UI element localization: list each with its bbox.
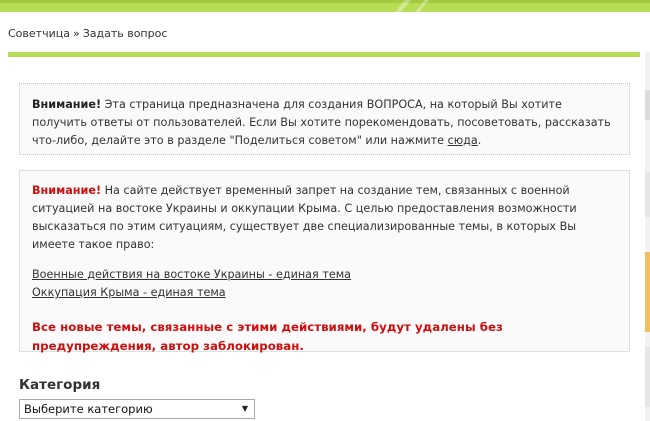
warning-notice: Внимание! На сайте действует временный з… bbox=[19, 170, 630, 353]
header-decoration-icon bbox=[395, 0, 429, 12]
chevron-down-icon: ▼ bbox=[241, 404, 248, 413]
info-notice-end: . bbox=[477, 134, 482, 147]
info-notice: Внимание! Эта страница предназначена для… bbox=[19, 83, 630, 155]
warning-notice-text: На сайте действует временный запрет на с… bbox=[32, 184, 577, 251]
topic-link-east-ukraine[interactable]: Военные действия на востоке Украины - ед… bbox=[32, 266, 617, 284]
category-label: Категория bbox=[19, 377, 101, 393]
info-notice-text: Эта страница предназначена для создания … bbox=[32, 98, 611, 147]
right-sidebar-block bbox=[645, 252, 650, 332]
top-header-bar bbox=[0, 0, 650, 12]
warning-notice-body: Внимание! На сайте действует временный з… bbox=[32, 182, 617, 254]
deletion-warning: Все новые темы, связанные с этими действ… bbox=[32, 320, 503, 353]
top-header-edge bbox=[0, 0, 650, 3]
share-advice-link[interactable]: сюда bbox=[448, 134, 478, 147]
right-sidebar-block bbox=[645, 172, 650, 217]
breadcrumb-separator: » bbox=[72, 27, 80, 40]
right-sidebar-block bbox=[645, 347, 650, 407]
breadcrumb: Советчица» Задать вопрос bbox=[8, 27, 167, 40]
special-topics-links: Военные действия на востоке Украины - ед… bbox=[32, 266, 617, 302]
main-content: Внимание! Эта страница предназначена для… bbox=[8, 52, 640, 421]
category-select[interactable]: Выберите категорию ▼ bbox=[19, 399, 255, 419]
right-sidebar-edge bbox=[645, 52, 650, 421]
breadcrumb-home-link[interactable]: Советчица bbox=[8, 27, 70, 40]
warning-notice-label: Внимание! bbox=[32, 184, 102, 197]
topic-link-crimea[interactable]: Оккупация Крыма - единая тема bbox=[32, 284, 617, 302]
info-notice-label: Внимание! bbox=[32, 98, 102, 111]
breadcrumb-current: Задать вопрос bbox=[82, 27, 168, 40]
right-sidebar-block bbox=[645, 90, 650, 120]
category-select-value: Выберите категорию bbox=[24, 402, 153, 416]
